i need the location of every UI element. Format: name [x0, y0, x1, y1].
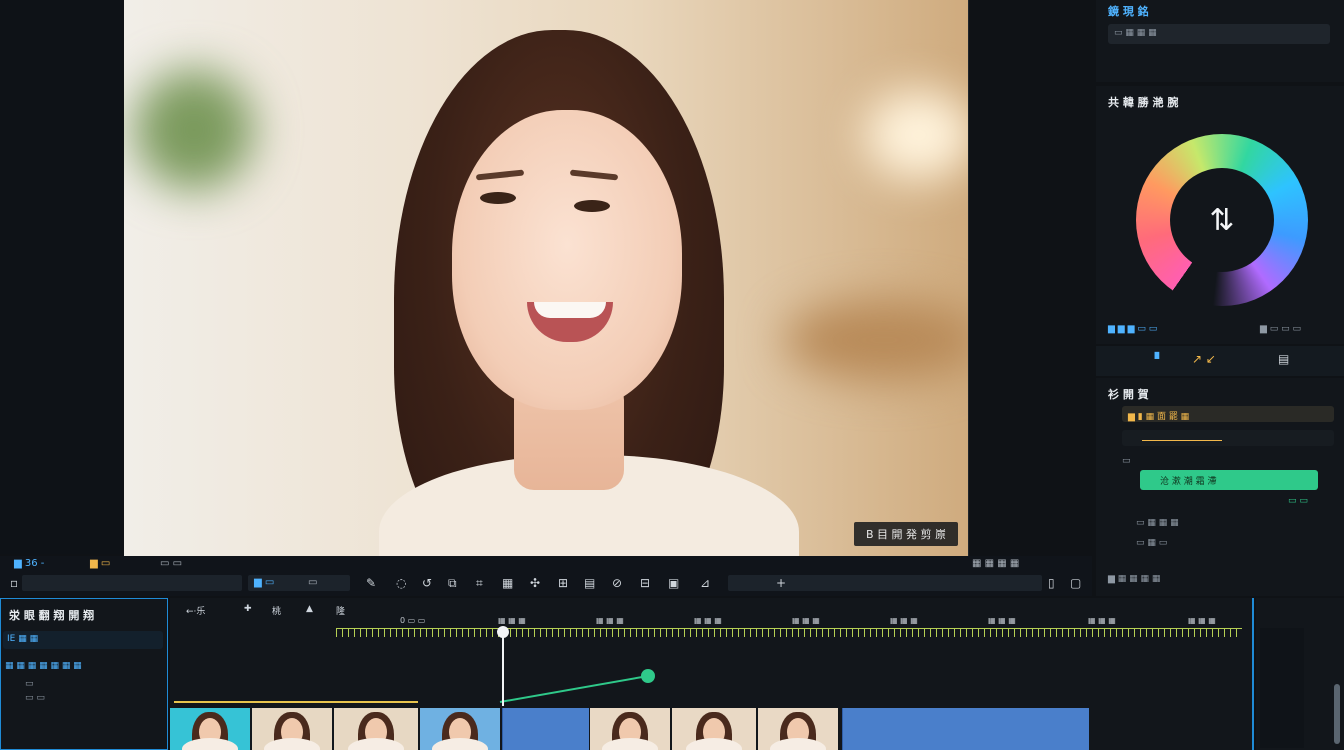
playhead-handle[interactable] [497, 626, 509, 638]
control-label-right: ▦ ▦ ▦ ▦ [972, 558, 1020, 569]
tick-label: ▦ ▦ ▦ [498, 616, 526, 625]
tick-label: ▦ ▦ ▦ [596, 616, 624, 625]
preview-caption: B 目 開 発 剪 㟶 [853, 522, 958, 546]
add-icon[interactable]: + [776, 576, 786, 590]
left-eye [480, 192, 516, 204]
clip-thumbnail[interactable] [170, 708, 250, 750]
control-label-2: ▆ ▭ [90, 558, 111, 569]
property-row-3: ▭ [1122, 456, 1131, 466]
timeline-ruler[interactable] [336, 628, 1242, 637]
tool-icon-5[interactable]: ⌗ [476, 576, 483, 591]
clip-thumbnail[interactable] [334, 708, 418, 750]
timeline-tool-5[interactable]: 隆 [336, 604, 345, 617]
right-top-panel: 鏡 現 銘 ▭ ▦ ▦ ▦ [1096, 0, 1344, 82]
property-row-2[interactable] [1122, 430, 1334, 446]
track-row-2: ▦ ▦ ▦ ▦ ▦ ▦ ▦ [5, 661, 82, 671]
right-top-field[interactable]: ▭ ▦ ▦ ▦ [1108, 24, 1330, 44]
timeline-tool-2[interactable]: ✚ [244, 604, 252, 614]
tool-icon-1[interactable]: ✎ [366, 576, 376, 590]
property-row-5: ▭ ▭ [1288, 496, 1308, 506]
highlight-label: 沧 漱 潮 霜 滯 [1160, 477, 1217, 487]
color-right-row: ▆ ▭ ▭ ▭ [1260, 324, 1302, 334]
tick-label: ▦ ▦ ▦ [694, 616, 722, 625]
timeline-side-panel [1256, 598, 1344, 750]
property-line [1142, 440, 1222, 441]
tool-icon-10[interactable]: ⊘ [612, 576, 622, 590]
color-wheel-center-icon[interactable]: ⇅ [1170, 168, 1274, 272]
tool-icon-3[interactable]: ↺ [422, 576, 432, 590]
scroll-track[interactable] [1260, 628, 1304, 748]
tool-icon-7[interactable]: ✣ [530, 576, 540, 590]
properties-footer: ▆ ▦ ▦ ▦ ▦ [1108, 574, 1161, 584]
tab-3[interactable]: ▤ [1278, 352, 1289, 366]
color-left-row: ▆ ▆ ▆ ▭ ▭ [1108, 324, 1158, 334]
timeline-tool-4[interactable]: ▲ [306, 604, 313, 614]
tool-icon-9[interactable]: ▤ [584, 576, 595, 590]
square-icon[interactable]: ▫ [10, 576, 18, 590]
properties-panel: 衫 開 賀 ▆ ▮ ▦ 面 罷 ▦ ▭ 沧 漱 潮 霜 滯 ▭ ▭ ▭ ▦ ▦ … [1096, 378, 1344, 596]
track-row-4: ▭ ▭ [25, 693, 45, 703]
tool-icon-2[interactable]: ◌ [396, 576, 406, 590]
timeline-tool-3[interactable]: 桃 [272, 604, 281, 617]
clip-thumbnail[interactable] [758, 708, 838, 750]
scrub-label-2: ▭ [308, 577, 318, 588]
swap-icon: ⇅ [1209, 202, 1235, 238]
timeline-scrub-left[interactable] [22, 575, 242, 591]
right-eye [574, 200, 610, 212]
control-label-3: ▭ ▭ [160, 558, 183, 569]
tool-icon-6[interactable]: ▦ [502, 576, 513, 590]
clip-thumbnail[interactable] [252, 708, 332, 750]
clip-thumbnail[interactable] [672, 708, 756, 750]
tool-icon-13[interactable]: ⊿ [700, 576, 710, 590]
blue-clip[interactable] [502, 708, 589, 750]
properties-title: 衫 開 賀 [1108, 388, 1149, 401]
property-row-1[interactable]: ▆ ▮ ▦ 面 罷 ▦ [1122, 406, 1334, 422]
scrub-label-1: ▆ ▭ [254, 577, 275, 588]
control-label-1: ▆ 36 - [14, 558, 45, 569]
track-row-3: ▭ [25, 679, 34, 689]
property-row-6: ▭ ▦ ▦ ▦ [1136, 518, 1179, 528]
playhead[interactable] [502, 630, 504, 706]
tick-label: 0 ▭ ▭ [400, 616, 426, 625]
plant-blur [134, 70, 254, 190]
scrollbar[interactable] [1334, 684, 1340, 744]
left-sidebar [0, 0, 122, 554]
clip-thumbnail[interactable] [590, 708, 670, 750]
tick-label: ▦ ▦ ▦ [792, 616, 820, 625]
tick-label: ▦ ▦ ▦ [1088, 616, 1116, 625]
color-panel-title: 共 韓 勝 滟 腕 [1108, 96, 1179, 109]
subject-face [452, 110, 682, 410]
lamp-blur [864, 90, 968, 180]
tool-icon-11[interactable]: ⊟ [640, 576, 650, 590]
right-top-title: 鏡 現 銘 [1108, 5, 1149, 18]
timeline-tool-1[interactable]: ←·乐 [186, 604, 205, 617]
tick-label: ▦ ▦ ▦ [988, 616, 1016, 625]
export-icon[interactable]: ▯ [1048, 576, 1055, 590]
right-top-field-text: ▭ ▦ ▦ ▦ [1114, 28, 1157, 38]
tool-icon-8[interactable]: ⊞ [558, 576, 568, 590]
property-row-7: ▭ ▦ ▭ [1136, 538, 1168, 548]
clip-thumbnail[interactable] [420, 708, 500, 750]
tab-2[interactable]: ↗ ↙ [1192, 352, 1216, 366]
keyframe-curve[interactable] [170, 660, 690, 710]
property-row-1-text: ▆ ▮ ▦ 面 罷 ▦ [1128, 412, 1190, 422]
right-tab-bar: ▝ ↗ ↙ ▤ [1096, 346, 1344, 376]
shelf-blur [784, 300, 968, 380]
tab-1[interactable]: ▝ [1150, 352, 1159, 366]
timeline-track-panel: 泶 眼 翻 翔 開 翔 IE ▦ ▦ ▦ ▦ ▦ ▦ ▦ ▦ ▦ ▭ ▭ ▭ [0, 598, 168, 750]
tool-icon-12[interactable]: ▣ [668, 576, 679, 590]
tick-label: ▦ ▦ ▦ [1188, 616, 1216, 625]
track-panel-field-text: IE ▦ ▦ [7, 634, 39, 644]
fullscreen-icon[interactable]: ▢ [1070, 576, 1081, 590]
blue-clip[interactable] [842, 708, 1089, 750]
tick-label: ▦ ▦ ▦ [890, 616, 918, 625]
timeline-scrub-mid[interactable]: ▆ ▭ ▭ [248, 575, 350, 591]
track-panel-field[interactable]: IE ▦ ▦ [3, 631, 163, 649]
tool-icon-4[interactable]: ⧉ [448, 576, 457, 591]
track-panel-title: 泶 眼 翻 翔 開 翔 [9, 609, 95, 622]
video-preview[interactable]: B 目 開 発 剪 㟶 [124, 0, 969, 556]
highlight-field[interactable]: 沧 漱 潮 霜 滯 [1140, 470, 1318, 490]
